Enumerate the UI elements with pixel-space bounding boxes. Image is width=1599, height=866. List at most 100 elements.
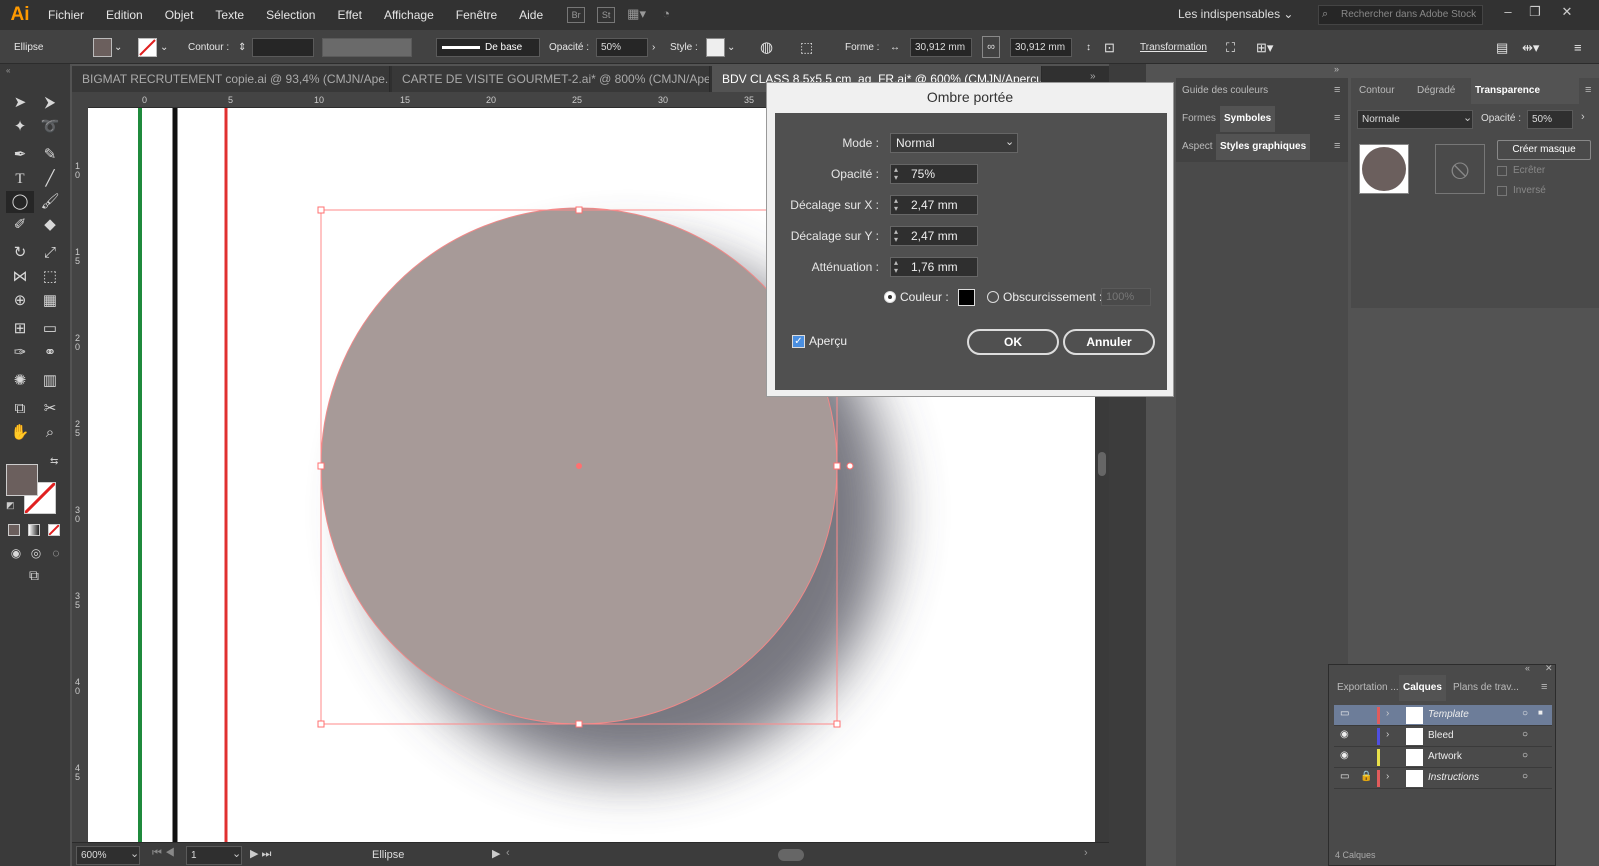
- tab-guide-couleurs[interactable]: Guide des couleurs: [1178, 78, 1272, 104]
- menu-texte[interactable]: Texte: [205, 8, 256, 22]
- free-transform-icon[interactable]: ⬚: [38, 266, 62, 288]
- gpu-performance-icon[interactable]: ◔: [657, 7, 675, 23]
- lock-icon[interactable]: 🔒: [1360, 771, 1372, 782]
- chevron-down-icon[interactable]: ⌄: [160, 38, 168, 57]
- width-tool-icon[interactable]: ⋈: [8, 266, 32, 288]
- scroll-left-icon[interactable]: ‹: [506, 847, 510, 859]
- tab-exportation[interactable]: Exportation ...: [1333, 675, 1403, 701]
- menu-fichier[interactable]: Fichier: [38, 8, 96, 22]
- chevron-right-icon[interactable]: ›: [1581, 111, 1585, 123]
- mesh-tool-icon[interactable]: ⊞: [8, 318, 32, 340]
- magic-wand-icon[interactable]: ✦: [8, 116, 32, 138]
- graph-tool-icon[interactable]: ▥: [38, 370, 62, 392]
- target-icon[interactable]: ○: [1522, 750, 1528, 761]
- target-icon[interactable]: ○: [1522, 708, 1528, 719]
- make-mask-button[interactable]: Créer masque: [1497, 140, 1591, 160]
- more-tabs-icon[interactable]: »: [1090, 71, 1096, 82]
- gradient-tool-icon[interactable]: ▭: [38, 318, 62, 340]
- perspective-grid-icon[interactable]: ▦: [38, 290, 62, 312]
- menu-selection[interactable]: Sélection: [256, 8, 327, 22]
- stroke-swatch[interactable]: [138, 38, 157, 57]
- chevron-down-icon[interactable]: ⌄: [1463, 111, 1472, 124]
- stock-search-input[interactable]: Rechercher dans Adobe Stock: [1318, 5, 1483, 25]
- opacity-label[interactable]: Opacité :: [549, 38, 589, 57]
- lasso-icon[interactable]: ➰: [38, 116, 62, 138]
- tab-carte-visite[interactable]: CARTE DE VISITE GOURMET-2.ai* @ 800% (CM…: [392, 66, 710, 92]
- default-colors-icon[interactable]: ◩: [6, 500, 15, 511]
- zoom-tool-icon[interactable]: ⌕: [38, 422, 62, 444]
- layer-name[interactable]: Artwork: [1428, 751, 1462, 762]
- distribute-icon[interactable]: ⇹▾: [1522, 38, 1539, 57]
- spinner-icon[interactable]: ▴ ▾: [894, 259, 898, 275]
- panel-menu-icon[interactable]: ≡: [1334, 140, 1340, 152]
- stock-icon[interactable]: St: [597, 7, 616, 23]
- eraser-icon[interactable]: ◆: [38, 214, 62, 236]
- layer-row-template[interactable]: ▭ › Template ○ ■: [1334, 705, 1552, 726]
- blend-mode-select[interactable]: Normale: [1357, 110, 1473, 129]
- curvature-tool-icon[interactable]: ✎: [38, 144, 62, 166]
- eye-icon[interactable]: ◉: [1340, 729, 1349, 740]
- tab-degrade[interactable]: Dégradé: [1413, 78, 1459, 104]
- vertical-ruler[interactable]: 1 0 1 5 2 0 2 5 3 0 3 5 4 0 4 5: [72, 92, 88, 842]
- menu-aide[interactable]: Aide: [509, 8, 555, 22]
- preview-checkbox[interactable]: ✓: [792, 335, 805, 348]
- eye-icon[interactable]: ◉: [1340, 750, 1349, 761]
- tab-transparence[interactable]: Transparence: [1471, 78, 1579, 104]
- selected-indicator-icon[interactable]: ■: [1538, 708, 1543, 717]
- fill-color-front[interactable]: [6, 464, 38, 496]
- ok-button[interactable]: OK: [967, 329, 1059, 355]
- transform-link[interactable]: Transformation: [1140, 38, 1207, 57]
- opacity-field[interactable]: 50%: [596, 38, 648, 57]
- blend-tool-icon[interactable]: ⚭: [38, 342, 62, 364]
- menu-objet[interactable]: Objet: [155, 8, 206, 22]
- expand-icon[interactable]: ›: [1386, 708, 1389, 719]
- color-radio[interactable]: [884, 291, 896, 303]
- opacity-field[interactable]: 50%: [1527, 110, 1573, 129]
- chevron-down-icon[interactable]: ⌄: [727, 38, 735, 57]
- artboard-tool-icon[interactable]: ⧉: [8, 398, 32, 420]
- expand-icon[interactable]: ›: [1386, 729, 1389, 740]
- mode-select[interactable]: Normal: [890, 133, 1018, 153]
- swap-colors-icon[interactable]: ⇆: [50, 456, 58, 467]
- width-field[interactable]: 30,912 mm: [910, 38, 972, 57]
- paintbrush-icon[interactable]: 🖌: [38, 191, 62, 213]
- bridge-icon[interactable]: Br: [567, 7, 586, 23]
- slice-tool-icon[interactable]: ✂: [38, 398, 62, 420]
- menu-icon[interactable]: ≡: [1574, 38, 1582, 57]
- cancel-button[interactable]: Annuler: [1063, 329, 1155, 355]
- symbol-sprayer-icon[interactable]: ✺: [8, 370, 32, 392]
- panel-menu-icon[interactable]: ≡: [1334, 84, 1340, 96]
- shadow-color-swatch[interactable]: [958, 289, 975, 306]
- shaper-tool-icon[interactable]: ✐: [8, 214, 32, 236]
- selection-tool-icon[interactable]: ➤: [8, 92, 32, 114]
- type-tool-icon[interactable]: T: [8, 168, 32, 190]
- no-mask-icon[interactable]: ⦸: [1435, 144, 1485, 194]
- panel-menu-icon[interactable]: ≡: [1334, 112, 1340, 124]
- layer-name[interactable]: Instructions: [1428, 772, 1479, 783]
- chevron-down-icon[interactable]: ⌄: [232, 847, 241, 860]
- y-offset-field[interactable]: ▴ ▾ 2,47 mm: [890, 226, 978, 246]
- darkness-field[interactable]: 100%: [1101, 288, 1151, 306]
- template-visibility-icon[interactable]: ▭: [1340, 771, 1349, 782]
- tab-styles-graphiques[interactable]: Styles graphiques: [1216, 134, 1311, 160]
- object-thumbnail[interactable]: [1359, 144, 1409, 194]
- gradient-mode-icon[interactable]: [28, 524, 40, 536]
- menu-effet[interactable]: Effet: [327, 8, 373, 22]
- invert-checkbox[interactable]: [1497, 186, 1507, 196]
- clip-checkbox[interactable]: [1497, 166, 1507, 176]
- tab-calques[interactable]: Calques: [1399, 675, 1446, 701]
- graphic-style-swatch[interactable]: [706, 38, 725, 57]
- direct-selection-tool-icon[interactable]: ⮞: [38, 92, 62, 114]
- restore-icon[interactable]: ❐: [1523, 4, 1547, 24]
- next-artboard-icon[interactable]: ▶ ⏭: [250, 847, 271, 861]
- panel-layout-icon[interactable]: ▤: [1496, 38, 1508, 57]
- stroke-weight-spinner[interactable]: ⇕: [238, 38, 246, 57]
- fill-swatch[interactable]: [93, 38, 112, 57]
- scroll-right-icon[interactable]: ›: [1084, 847, 1088, 859]
- recolor-globe-icon[interactable]: ◍: [760, 38, 773, 57]
- opacity-field[interactable]: ▴ ▾ 75%: [890, 164, 978, 184]
- scroll-thumb[interactable]: [1098, 452, 1106, 476]
- expand-icon[interactable]: ›: [1386, 771, 1389, 782]
- minimize-icon[interactable]: –: [1496, 4, 1520, 24]
- variable-width-field[interactable]: [322, 38, 412, 57]
